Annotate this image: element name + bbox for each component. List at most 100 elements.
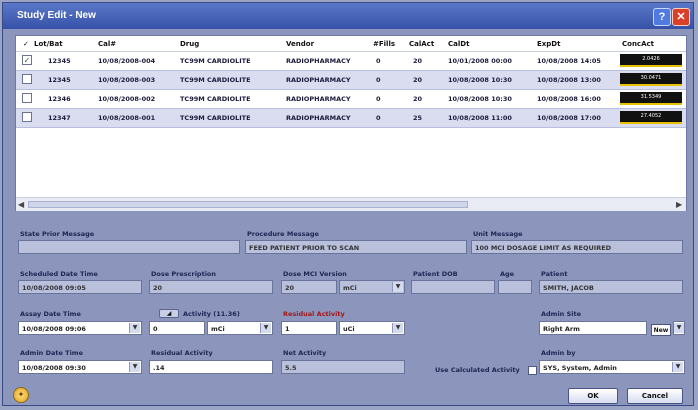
row-checkbox[interactable]: ✓: [22, 55, 32, 65]
cell-drug: TC99M CARDIOLITE: [180, 57, 251, 65]
col-caldt[interactable]: CalDt: [448, 40, 469, 48]
dose-unit-value: mCi: [343, 284, 357, 292]
cell-calact: 20: [413, 76, 423, 84]
admin-datetime-field[interactable]: 10/08/2008 09:30 ▼: [18, 360, 142, 374]
chevron-down-icon[interactable]: ▼: [672, 362, 683, 372]
state-message-label: State Prior Message: [20, 230, 95, 238]
admin-residual-field[interactable]: .14: [149, 360, 273, 374]
col-cal[interactable]: Cal#: [98, 40, 116, 48]
cell-fills: 0: [376, 114, 381, 122]
row-checkbox[interactable]: [22, 74, 32, 84]
net-activity-label: Net Activity: [283, 349, 327, 357]
cell-vendor: RADIOPHARMACY: [286, 114, 351, 122]
table-row[interactable]: 12346 10/08/2008-002 TC99M CARDIOLITE RA…: [16, 90, 686, 109]
col-fills[interactable]: #Fills: [373, 40, 395, 48]
title-bar[interactable]: Study Edit - New ? ✕: [3, 3, 693, 29]
col-expdt[interactable]: ExpDt: [537, 40, 560, 48]
chevron-down-icon[interactable]: ▼: [674, 323, 684, 333]
cell-lot: 12347: [48, 114, 71, 122]
use-calculated-checkbox[interactable]: [528, 366, 537, 375]
calibration-grid: ✓ Lot/Bat Cal# Drug Vendor #Fills CalAct…: [15, 35, 687, 211]
conc-activity-cell: 27.4052: [620, 111, 682, 124]
cell-fills: 0: [376, 95, 381, 103]
residual-unit-select[interactable]: uCi ▼: [339, 321, 405, 335]
residual-unit-value: uCi: [343, 325, 355, 333]
cell-expdt: 10/08/2008 13:00: [537, 76, 601, 84]
cell-lot: 12345: [48, 57, 71, 65]
chevron-down-icon[interactable]: ▼: [392, 323, 403, 333]
net-activity-field: 5.5: [281, 360, 405, 374]
admin-site-field[interactable]: Right Arm: [539, 321, 647, 335]
conc-activity-cell: 2.0426: [620, 54, 682, 67]
cell-cal: 10/08/2008-004: [98, 57, 156, 65]
lightbulb-icon[interactable]: ✦: [13, 387, 29, 403]
cell-calact: 20: [413, 95, 423, 103]
state-message-field: [18, 240, 240, 254]
col-lot[interactable]: Lot/Bat: [34, 40, 63, 48]
col-drug[interactable]: Drug: [180, 40, 199, 48]
help-icon[interactable]: ?: [653, 8, 671, 26]
admin-by-select[interactable]: SYS, System, Admin ▼: [539, 360, 685, 374]
residual-activity-field[interactable]: 1: [281, 321, 337, 335]
assay-datetime-field[interactable]: 10/08/2008 09:06 ▼: [18, 321, 142, 335]
activity-label: Activity (11.36): [183, 310, 240, 318]
row-checkbox[interactable]: [22, 93, 32, 103]
chevron-down-icon[interactable]: ▼: [129, 323, 140, 333]
activity-unit-select[interactable]: mCi ▼: [207, 321, 273, 335]
cell-drug: TC99M CARDIOLITE: [180, 95, 251, 103]
cell-fills: 0: [376, 76, 381, 84]
admin-datetime-value: 10/08/2008 09:30: [22, 364, 86, 372]
conc-activity-cell: 30.0471: [620, 73, 682, 86]
admin-site-label: Admin Site: [541, 310, 581, 318]
table-row[interactable]: ✓ 12345 10/08/2008-004 TC99M CARDIOLITE …: [16, 52, 686, 71]
residual-activity-label: Residual Activity: [283, 310, 345, 318]
admin-site-dropdown[interactable]: ▼: [673, 321, 685, 335]
scheduled-datetime-field: 10/08/2008 09:05: [18, 280, 142, 294]
cell-cal: 10/08/2008-002: [98, 95, 156, 103]
col-concact[interactable]: ConcAct: [622, 40, 654, 48]
chevron-down-icon[interactable]: ▼: [260, 323, 271, 333]
dose-unit-select[interactable]: mCi ▼: [339, 280, 405, 294]
close-icon[interactable]: ✕: [672, 8, 690, 26]
table-row[interactable]: 12347 10/08/2008-001 TC99M CARDIOLITE RA…: [16, 109, 686, 128]
age-label: Age: [500, 270, 515, 278]
use-calculated-label: Use Calculated Activity: [435, 366, 520, 374]
cell-caldt: 10/08/2008 10:30: [448, 76, 512, 84]
cell-calact: 20: [413, 57, 423, 65]
scroll-thumb[interactable]: [28, 201, 468, 208]
chevron-down-icon[interactable]: ▼: [129, 362, 140, 372]
dose-prescription-field: 20: [149, 280, 273, 294]
new-site-button[interactable]: New: [651, 324, 671, 336]
cell-expdt: 10/08/2008 14:05: [537, 57, 601, 65]
cell-caldt: 10/08/2008 10:30: [448, 95, 512, 103]
window-title: Study Edit - New: [17, 10, 96, 21]
scroll-left-icon[interactable]: ◀: [18, 200, 24, 209]
admin-by-label: Admin by: [541, 349, 576, 357]
measure-icon[interactable]: ◢: [159, 309, 179, 318]
activity-field[interactable]: 0: [149, 321, 205, 335]
patient-field: SMITH, JACOB: [539, 280, 683, 294]
admin-datetime-label: Admin Date Time: [20, 349, 83, 357]
assay-datetime-value: 10/08/2008 09:06: [22, 325, 86, 333]
cell-drug: TC99M CARDIOLITE: [180, 114, 251, 122]
check-column-header: ✓: [23, 40, 29, 48]
col-calact[interactable]: CalAct: [409, 40, 434, 48]
admin-residual-label: Residual Activity: [151, 349, 213, 357]
ok-button[interactable]: OK: [568, 388, 618, 404]
cell-vendor: RADIOPHARMACY: [286, 57, 351, 65]
col-vendor[interactable]: Vendor: [286, 40, 314, 48]
table-row[interactable]: 12345 10/08/2008-003 TC99M CARDIOLITE RA…: [16, 71, 686, 90]
chevron-down-icon[interactable]: ▼: [392, 282, 403, 292]
horizontal-scrollbar[interactable]: ◀ ▶: [16, 197, 686, 211]
cell-expdt: 10/08/2008 16:00: [537, 95, 601, 103]
cell-expdt: 10/08/2008 17:00: [537, 114, 601, 122]
scheduled-datetime-label: Scheduled Date Time: [20, 270, 98, 278]
cell-fills: 0: [376, 57, 381, 65]
study-edit-window: Study Edit - New ? ✕ ✓ Lot/Bat Cal# Drug…: [2, 2, 694, 406]
dose-prescription-label: Dose Prescription: [151, 270, 217, 278]
cell-lot: 12346: [48, 95, 71, 103]
cancel-button[interactable]: Cancel: [627, 388, 683, 404]
scroll-right-icon[interactable]: ▶: [676, 200, 682, 209]
grid-header: ✓ Lot/Bat Cal# Drug Vendor #Fills CalAct…: [16, 36, 686, 52]
row-checkbox[interactable]: [22, 112, 32, 122]
